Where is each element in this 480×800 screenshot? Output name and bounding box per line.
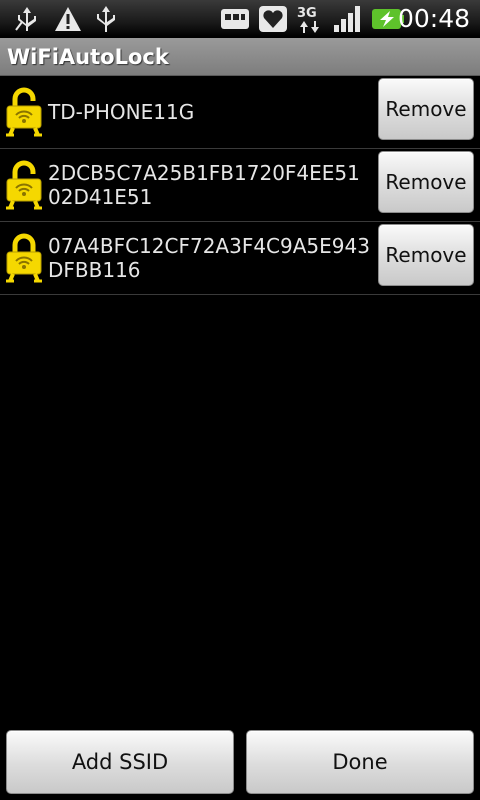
remove-button[interactable]: Remove — [378, 151, 474, 213]
lock-icon — [3, 87, 47, 137]
app-title: WiFiAutoLock — [7, 45, 169, 69]
lock-icon — [3, 160, 47, 210]
ssid-list: TD-PHONE11G Remove 2DCB5C7A25B1FB1720F4E… — [0, 76, 480, 295]
usb-debug-icon — [10, 3, 44, 35]
status-bar: 3G 00:48 — [0, 0, 480, 38]
title-bar: WiFiAutoLock — [0, 38, 480, 76]
lock-icon — [3, 233, 47, 283]
usb-icon — [90, 3, 122, 35]
add-ssid-button[interactable]: Add SSID — [6, 730, 234, 794]
remove-button[interactable]: Remove — [378, 78, 474, 140]
list-item: TD-PHONE11G Remove — [0, 76, 480, 149]
signal-icon — [330, 3, 364, 35]
warning-icon — [52, 3, 84, 35]
3g-icon: 3G — [294, 3, 326, 35]
sd-card-icon — [218, 3, 252, 35]
list-item: 07A4BFC12CF72A3F4C9A5E943DFBB116 Remove — [0, 222, 480, 295]
network-type-label: 3G — [297, 6, 317, 21]
done-button[interactable]: Done — [246, 730, 474, 794]
action-bar: Add SSID Done — [0, 728, 480, 800]
ssid-label: 07A4BFC12CF72A3F4C9A5E943DFBB116 — [48, 234, 370, 282]
status-clock: 00:48 — [397, 4, 470, 33]
ssid-label: 2DCB5C7A25B1FB1720F4EE5102D41E51 — [48, 161, 360, 209]
ssid-label: TD-PHONE11G — [48, 100, 195, 124]
remove-button[interactable]: Remove — [378, 224, 474, 286]
health-icon — [256, 3, 290, 35]
list-item: 2DCB5C7A25B1FB1720F4EE5102D41E51 Remove — [0, 149, 480, 222]
